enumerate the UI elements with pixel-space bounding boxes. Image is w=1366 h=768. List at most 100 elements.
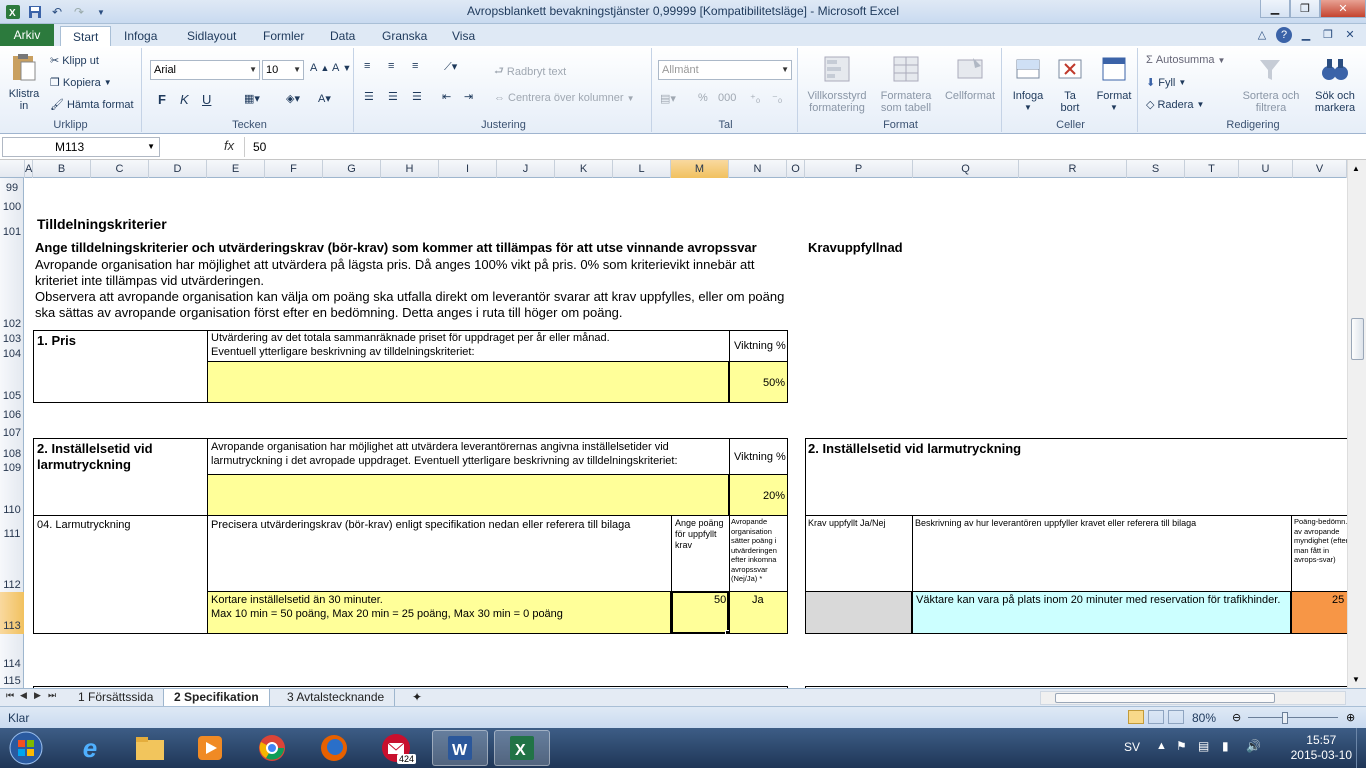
row-header-111[interactable]: 111 (0, 528, 24, 540)
column-header-r[interactable]: R (1019, 160, 1127, 178)
zoom-in-icon[interactable]: ⊕ (1346, 711, 1355, 724)
tray-network-icon[interactable]: ▤ (1198, 739, 1209, 753)
row-header-106[interactable]: 106 (0, 409, 24, 421)
column-header-u[interactable]: U (1239, 160, 1293, 178)
row-header-101[interactable]: 101 (0, 226, 24, 238)
start-button[interactable] (2, 730, 50, 766)
fill-button[interactable]: ⬇ Fyll ▼ (1146, 76, 1186, 90)
taskbar-excel[interactable]: X (494, 730, 550, 766)
tab-granska[interactable]: Granska (370, 26, 439, 46)
tab-arkiv[interactable]: Arkiv (0, 24, 54, 46)
insert-sheet-icon[interactable]: ✦ (402, 689, 432, 706)
krav-uppfyllt-input[interactable] (805, 591, 912, 634)
taskbar-firefox[interactable] (306, 730, 362, 766)
column-header-f[interactable]: F (265, 160, 323, 178)
wrap-text-button[interactable]: ⮐ Radbryt text (494, 62, 566, 81)
scroll-up-icon[interactable]: ▲ (1352, 164, 1360, 173)
tab-sidlayout[interactable]: Sidlayout (175, 26, 248, 46)
format-cells-button[interactable]: Format ▼ (1092, 54, 1136, 114)
row-header-103[interactable]: 103 (0, 333, 24, 345)
column-header-q[interactable]: Q (913, 160, 1019, 178)
row-header-105[interactable]: 105 (0, 390, 24, 402)
sheet-tab-specifikation[interactable]: 2 Specifikation (164, 689, 270, 706)
tray-volume-icon[interactable]: 🔊 (1246, 739, 1261, 753)
restore-button[interactable]: ❐ (1290, 0, 1320, 18)
copy-button[interactable]: ❐ Kopiera ▼ (50, 76, 112, 90)
row-header-114[interactable]: 114 (0, 658, 24, 670)
column-header-j[interactable]: J (497, 160, 555, 178)
column-header-l[interactable]: L (613, 160, 671, 178)
last-sheet-icon[interactable]: ⏭ (48, 690, 56, 701)
increase-decimal-icon[interactable]: ⁺₀ (750, 92, 760, 105)
taskbar-explorer[interactable] (122, 730, 178, 766)
merge-center-button[interactable]: ⇔ Centrera över kolumner ▼ (494, 92, 634, 104)
input-language[interactable]: SV (1124, 740, 1140, 754)
thousands-icon[interactable]: 000 (718, 92, 736, 104)
zoom-level[interactable]: 80% (1192, 711, 1216, 725)
taskbar-ie[interactable]: e (62, 730, 118, 766)
align-center-icon[interactable]: ☰ (388, 90, 398, 103)
minimize-ribbon-icon[interactable]: △ (1254, 27, 1270, 43)
taskbar-media-player[interactable] (182, 730, 238, 766)
format-as-table-button[interactable]: Formatera som tabell (874, 54, 938, 114)
sort-filter-button[interactable]: Sortera och filtrera (1236, 54, 1306, 114)
autosum-button[interactable]: Σ Autosumma ▼ (1146, 54, 1225, 66)
help-icon[interactable]: ? (1276, 27, 1292, 43)
column-header-i[interactable]: I (439, 160, 497, 178)
row-header-112[interactable]: 112 (0, 579, 24, 591)
tab-infoga[interactable]: Infoga (112, 26, 169, 46)
minimize-button[interactable]: ▁ (1260, 0, 1290, 18)
row-header-99[interactable]: 99 (0, 182, 24, 194)
column-header-c[interactable]: C (91, 160, 149, 178)
decrease-decimal-icon[interactable]: ⁻₀ (772, 92, 782, 105)
borders-icon[interactable]: ▦▾ (244, 92, 260, 105)
row-header-115[interactable]: 115 (0, 675, 24, 687)
column-header-v[interactable]: V (1293, 160, 1347, 178)
column-header-s[interactable]: S (1127, 160, 1185, 178)
column-header-b[interactable]: B (33, 160, 91, 178)
worksheet-grid[interactable]: Tilldelningskriterier Ange tilldelningsk… (25, 178, 1347, 688)
column-header-g[interactable]: G (323, 160, 381, 178)
pris-description-input[interactable] (207, 361, 729, 403)
insert-function-icon[interactable]: fx (224, 138, 234, 153)
vertical-scrollbar[interactable]: ▲ ▼ (1347, 160, 1366, 688)
align-top-icon[interactable]: ≡ (364, 60, 370, 72)
orientation-icon[interactable]: ⟋▾ (444, 60, 457, 74)
tab-visa[interactable]: Visa (440, 26, 487, 46)
underline-button[interactable]: U (202, 92, 211, 107)
clear-button[interactable]: ◇ Radera ▼ (1146, 98, 1204, 112)
zoom-slider[interactable] (1248, 717, 1338, 718)
tray-signal-icon[interactable]: ▮ (1222, 739, 1229, 753)
cell-styles-button[interactable]: Cellformat (940, 54, 1000, 102)
font-color-icon[interactable]: A▾ (318, 92, 331, 105)
column-header-n[interactable]: N (729, 160, 787, 178)
paste-button[interactable]: Klistra in (4, 52, 44, 112)
font-name-select[interactable]: Arial ▼ (150, 60, 260, 80)
taskbar-mail[interactable]: 424 (368, 730, 424, 766)
select-all-corner[interactable] (0, 160, 25, 178)
column-header-d[interactable]: D (149, 160, 207, 178)
column-header-t[interactable]: T (1185, 160, 1239, 178)
doc-minimize-icon[interactable]: ▁ (1298, 27, 1314, 43)
column-header-a[interactable]: A (25, 160, 33, 178)
close-button[interactable]: ✕ (1320, 0, 1366, 18)
align-middle-icon[interactable]: ≡ (388, 60, 394, 72)
column-header-o[interactable]: O (787, 160, 805, 178)
prev-sheet-icon[interactable]: ◀ (20, 690, 27, 701)
column-header-p[interactable]: P (805, 160, 913, 178)
vertical-scroll-thumb[interactable] (1351, 318, 1364, 360)
number-format-select[interactable]: Allmänt ▼ (658, 60, 792, 80)
page-break-view-icon[interactable] (1168, 710, 1184, 724)
sheet-tab-forsattssida[interactable]: 1 Försättssida (68, 689, 165, 706)
conditional-formatting-button[interactable]: Villkorsstyrd formatering (802, 54, 872, 114)
increase-indent-icon[interactable]: ⇥ (464, 90, 473, 103)
tab-data[interactable]: Data (318, 26, 367, 46)
column-header-m[interactable]: M (671, 160, 729, 178)
grow-font-button[interactable]: A ▲ (310, 62, 329, 74)
formula-input[interactable]: 50 (244, 137, 1350, 157)
horizontal-scroll-thumb[interactable] (1055, 693, 1275, 703)
tray-network-warning-icon[interactable]: ⚑ (1176, 739, 1187, 753)
row-header-102[interactable]: 102 (0, 318, 24, 330)
bold-button[interactable]: F (158, 92, 166, 107)
align-bottom-icon[interactable]: ≡ (412, 60, 418, 72)
